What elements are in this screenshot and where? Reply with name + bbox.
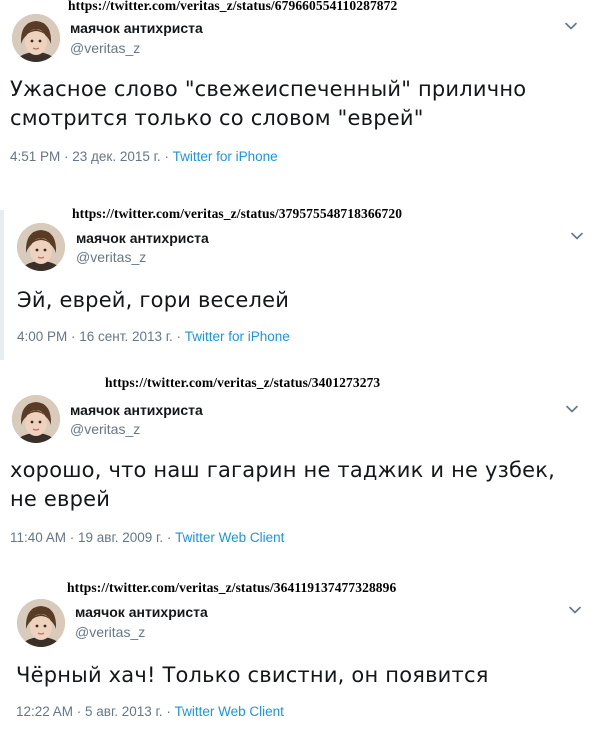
display-name[interactable]: маячок антихриста: [70, 20, 203, 36]
tweet-meta: 11:40 AM · 19 авг. 2009 г. · Twitter Web…: [10, 530, 284, 545]
chevron-down-icon[interactable]: [563, 18, 579, 34]
display-name[interactable]: маячок антихриста: [76, 230, 209, 246]
tweet-timestamp[interactable]: 4:51 PM · 23 дек. 2015 г. ·: [10, 149, 173, 164]
tweet-card: https://twitter.com/veritas_z/status/379…: [0, 200, 595, 365]
chevron-down-icon[interactable]: [567, 602, 583, 618]
tweet-text: Ужасное слово "свежеиспеченный" прилично…: [10, 77, 527, 130]
tweet-card: https://twitter.com/veritas_z/status/340…: [0, 370, 595, 570]
tweet-meta: 4:51 PM · 23 дек. 2015 г. · Twitter for …: [10, 149, 278, 164]
tweet-meta: 4:00 PM · 16 сент. 2013 г. · Twitter for…: [17, 329, 290, 344]
profile-photo-icon: [12, 395, 60, 443]
divider: [0, 210, 4, 360]
profile-photo-icon: [17, 223, 65, 271]
tweet-url: https://twitter.com/veritas_z/status/379…: [72, 206, 403, 221]
tweet-timestamp[interactable]: 4:00 PM · 16 сент. 2013 г. ·: [17, 329, 185, 344]
profile-photo-icon: [12, 14, 60, 62]
display-name[interactable]: маячок антихриста: [75, 604, 208, 620]
chevron-down-icon[interactable]: [564, 401, 580, 417]
tweet-card: https://twitter.com/veritas_z/status/364…: [0, 575, 595, 731]
tweet-url: https://twitter.com/veritas_z/status/679…: [68, 0, 398, 13]
profile-photo-icon: [17, 599, 65, 647]
tweet-timestamp[interactable]: 11:40 AM · 19 авг. 2009 г. ·: [10, 530, 175, 545]
tweet-source-link[interactable]: Twitter Web Client: [175, 530, 284, 545]
tweet-source-link[interactable]: Twitter Web Client: [175, 704, 284, 719]
tweet-url: https://twitter.com/veritas_z/status/340…: [105, 375, 381, 390]
display-name[interactable]: маячок антихриста: [70, 402, 203, 418]
tweet-source-link[interactable]: Twitter for iPhone: [185, 329, 290, 344]
username[interactable]: @veritas_z: [76, 249, 146, 265]
tweet-text: хорошо, что наш гагарин не таджик и не у…: [10, 458, 556, 511]
username[interactable]: @veritas_z: [75, 624, 145, 640]
username[interactable]: @veritas_z: [70, 40, 140, 56]
username[interactable]: @veritas_z: [70, 421, 140, 437]
avatar[interactable]: [17, 599, 65, 647]
chevron-down-icon[interactable]: [569, 228, 585, 244]
tweet-text: Чёрный хач! Только свистни, он появится: [16, 663, 489, 687]
tweet-text: Эй, еврей, гори веселей: [17, 288, 290, 312]
tweet-meta: 12:22 AM · 5 авг. 2013 г. · Twitter Web …: [16, 704, 284, 719]
tweet-card: https://twitter.com/veritas_z/status/679…: [0, 0, 595, 180]
tweet-source-link[interactable]: Twitter for iPhone: [173, 149, 278, 164]
avatar[interactable]: [12, 14, 60, 62]
tweet-timestamp[interactable]: 12:22 AM · 5 авг. 2013 г. ·: [16, 704, 175, 719]
avatar[interactable]: [17, 223, 65, 271]
avatar[interactable]: [12, 395, 60, 443]
tweet-url: https://twitter.com/veritas_z/status/364…: [67, 580, 397, 595]
